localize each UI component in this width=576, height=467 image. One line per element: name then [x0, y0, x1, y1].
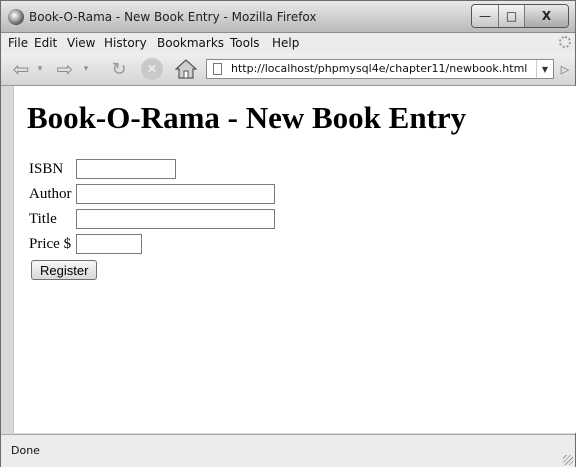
register-button[interactable]: Register: [31, 260, 98, 280]
url-bar[interactable]: http://localhost/phpmysql4e/chapter11/ne…: [206, 59, 554, 79]
menu-history[interactable]: History: [104, 36, 147, 50]
isbn-input[interactable]: [76, 159, 176, 179]
page-icon: [213, 63, 222, 75]
menu-view[interactable]: View: [67, 36, 95, 50]
price-label: Price $: [29, 236, 72, 252]
menu-bar: File Edit View History Bookmarks Tools H…: [1, 33, 575, 53]
page-title: Book-O-Rama - New Book Entry: [27, 100, 467, 135]
title-bar: Book-O-Rama - New Book Entry - Mozilla F…: [1, 1, 575, 33]
maximize-button[interactable]: □: [498, 5, 524, 27]
url-dropdown-icon[interactable]: ▼: [536, 60, 553, 78]
reload-icon[interactable]: ↻: [108, 58, 130, 80]
menu-tools[interactable]: Tools: [230, 36, 260, 50]
window-title: Book-O-Rama - New Book Entry - Mozilla F…: [29, 10, 317, 24]
resize-grip-icon[interactable]: [563, 455, 573, 465]
status-text: Done: [11, 444, 40, 457]
forward-icon[interactable]: ⇨: [51, 57, 79, 81]
isbn-label: ISBN: [29, 161, 64, 177]
menu-help[interactable]: Help: [272, 36, 299, 50]
forward-history-dropdown-icon[interactable]: ▾: [81, 61, 91, 77]
page-content: Book-O-Rama - New Book Entry ISBN Author…: [13, 86, 576, 433]
title-input[interactable]: [76, 209, 275, 229]
title-label: Title: [29, 211, 57, 227]
price-input[interactable]: [76, 234, 142, 254]
author-label: Author: [29, 186, 72, 202]
back-icon[interactable]: ⇦: [7, 57, 35, 81]
browser-window: Book-O-Rama - New Book Entry - Mozilla F…: [0, 0, 576, 467]
go-icon[interactable]: ▷: [558, 61, 572, 77]
back-history-dropdown-icon[interactable]: ▾: [35, 61, 45, 77]
throbber-icon: [559, 36, 571, 48]
close-button[interactable]: X: [524, 5, 568, 27]
menu-bookmarks[interactable]: Bookmarks: [157, 36, 224, 50]
minimize-button[interactable]: —: [472, 5, 498, 27]
status-bar: Done: [1, 434, 575, 467]
home-icon[interactable]: [175, 57, 197, 81]
stop-icon[interactable]: ✕: [141, 58, 163, 80]
url-text[interactable]: http://localhost/phpmysql4e/chapter11/ne…: [231, 62, 527, 75]
navigation-toolbar: ⇦ ▾ ⇨ ▾ ↻ ✕ http://localhost/phpmysql4e/…: [1, 53, 575, 86]
window-controls: — □ X: [471, 4, 569, 28]
menu-file[interactable]: File: [8, 36, 28, 50]
menu-edit[interactable]: Edit: [34, 36, 57, 50]
author-input[interactable]: [76, 184, 275, 204]
app-icon: [8, 9, 24, 25]
